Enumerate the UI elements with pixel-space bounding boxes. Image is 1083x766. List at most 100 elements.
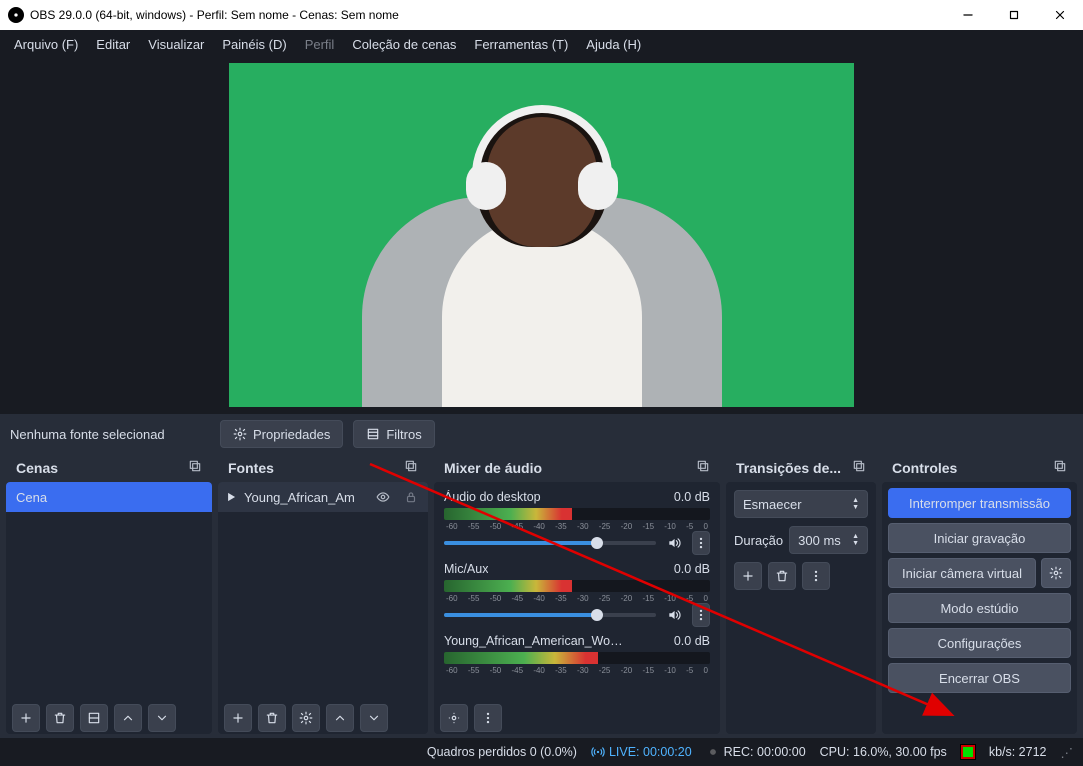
mixer-title: Mixer de áudio [444, 460, 542, 476]
menu-ajuda-h-[interactable]: Ajuda (H) [578, 33, 649, 56]
source-up-button[interactable] [326, 704, 354, 732]
scenes-dock: Cenas Cena [6, 454, 212, 734]
mixer-menu-button[interactable] [474, 704, 502, 732]
close-button[interactable] [1037, 0, 1083, 30]
audio-meter [444, 580, 710, 592]
preview-canvas[interactable] [229, 63, 854, 407]
volume-slider[interactable] [444, 613, 656, 617]
add-source-button[interactable] [224, 704, 252, 732]
channel-name: Áudio do desktop [444, 490, 541, 504]
add-scene-button[interactable] [12, 704, 40, 732]
channel-name: Young_African_American_Woman_He [444, 634, 624, 648]
popout-icon[interactable] [1053, 459, 1071, 477]
start-vcam-button[interactable]: Iniciar câmera virtual [888, 558, 1036, 588]
menubar: Arquivo (F)EditarVisualizarPainéis (D)Pe… [0, 30, 1083, 58]
no-source-label: Nenhuma fonte selecionad [10, 427, 210, 442]
channel-menu-button[interactable] [692, 531, 710, 555]
volume-slider[interactable] [444, 541, 656, 545]
mixer-settings-button[interactable] [440, 704, 468, 732]
settings-button[interactable]: Configurações [888, 628, 1071, 658]
scene-up-button[interactable] [114, 704, 142, 732]
source-down-button[interactable] [360, 704, 388, 732]
visibility-icon[interactable] [372, 486, 394, 508]
remove-scene-button[interactable] [46, 704, 74, 732]
rec-indicator: REC: 00:00:00 [706, 745, 806, 759]
mixer-channel: Young_African_American_Woman_He 0.0 dB -6… [434, 632, 720, 682]
transition-value: Esmaecer [743, 497, 802, 512]
maximize-button[interactable] [991, 0, 1037, 30]
sources-title: Fontes [228, 460, 274, 476]
menu-arquivo-f-[interactable]: Arquivo (F) [6, 33, 86, 56]
spinner-icon[interactable]: ▲▼ [852, 533, 859, 547]
app-logo [8, 7, 24, 23]
transition-select[interactable]: Esmaecer ▲▼ [734, 490, 868, 518]
speaker-icon[interactable] [664, 533, 684, 553]
menu-pain-is-d-[interactable]: Painéis (D) [214, 33, 294, 56]
start-record-button[interactable]: Iniciar gravação [888, 523, 1071, 553]
remove-transition-button[interactable] [768, 562, 796, 590]
transitions-title: Transições de... [736, 460, 841, 476]
exit-button[interactable]: Encerrar OBS [888, 663, 1071, 693]
lock-icon[interactable] [400, 486, 422, 508]
cpu-fps: CPU: 16.0%, 30.00 fps [820, 745, 947, 759]
audio-meter [444, 508, 710, 520]
menu-cole-o-de-cenas[interactable]: Coleção de cenas [344, 33, 464, 56]
scene-filters-button[interactable] [80, 704, 108, 732]
channel-db: 0.0 dB [674, 490, 710, 504]
stream-health-indicator [961, 745, 975, 759]
popout-icon[interactable] [696, 459, 714, 477]
live-indicator: LIVE: 00:00:20 [591, 745, 692, 759]
menu-visualizar[interactable]: Visualizar [140, 33, 212, 56]
speaker-icon[interactable] [664, 605, 684, 625]
menu-perfil[interactable]: Perfil [297, 33, 343, 56]
window-title: OBS 29.0.0 (64-bit, windows) - Perfil: S… [30, 8, 945, 22]
meter-ticks: -60-55-50-45-40-35-30-25-20-15-10-50 [444, 522, 710, 532]
source-name: Young_African_Am [244, 490, 366, 505]
source-item[interactable]: Young_African_Am [218, 482, 428, 512]
transition-menu-button[interactable] [802, 562, 830, 590]
scene-item[interactable]: Cena [6, 482, 212, 512]
mixer-channel: Áudio do desktop 0.0 dB -60-55-50-45-40-3… [434, 488, 720, 560]
resize-grip-icon[interactable]: ⋰ [1061, 745, 1074, 760]
scene-down-button[interactable] [148, 704, 176, 732]
vcam-settings-button[interactable] [1041, 558, 1071, 588]
popout-icon[interactable] [852, 459, 870, 477]
channel-db: 0.0 dB [674, 634, 710, 648]
scenes-title: Cenas [16, 460, 58, 476]
meter-ticks: -60-55-50-45-40-35-30-25-20-15-10-50 [444, 666, 710, 676]
channel-menu-button[interactable] [692, 603, 710, 627]
duration-value: 300 ms [798, 533, 841, 548]
chevron-updown-icon: ▲▼ [852, 497, 859, 511]
meter-ticks: -60-55-50-45-40-35-30-25-20-15-10-50 [444, 594, 710, 604]
play-icon [224, 490, 238, 504]
popout-icon[interactable] [188, 459, 206, 477]
sources-dock: Fontes Young_African_Am [218, 454, 428, 734]
menu-ferramentas-t-[interactable]: Ferramentas (T) [466, 33, 576, 56]
titlebar: OBS 29.0.0 (64-bit, windows) - Perfil: S… [0, 0, 1083, 30]
mixer-channel: Mic/Aux0.0 dB -60-55-50-45-40-35-30-25-2… [434, 560, 720, 632]
dropped-frames: Quadros perdidos 0 (0.0%) [427, 745, 577, 759]
duration-label: Duração [734, 533, 783, 548]
mixer-dock: Mixer de áudio Áudio do desktop 0.0 dB -6… [434, 454, 720, 734]
source-toolbar: Nenhuma fonte selecionad Propriedades Fi… [0, 414, 1083, 454]
duration-input[interactable]: 300 ms ▲▼ [789, 526, 868, 554]
remove-source-button[interactable] [258, 704, 286, 732]
audio-meter [444, 652, 710, 664]
properties-button[interactable]: Propriedades [220, 420, 343, 448]
minimize-button[interactable] [945, 0, 991, 30]
add-transition-button[interactable] [734, 562, 762, 590]
filters-button[interactable]: Filtros [353, 420, 434, 448]
filters-label: Filtros [386, 427, 421, 442]
popout-icon[interactable] [404, 459, 422, 477]
status-bar: Quadros perdidos 0 (0.0%) LIVE: 00:00:20… [0, 738, 1083, 766]
controls-dock: Controles Interromper transmissão Inicia… [882, 454, 1077, 734]
preview-area[interactable] [0, 58, 1083, 414]
bitrate: kb/s: 2712 [989, 745, 1047, 759]
stop-stream-button[interactable]: Interromper transmissão [888, 488, 1071, 518]
channel-name: Mic/Aux [444, 562, 488, 576]
source-properties-button[interactable] [292, 704, 320, 732]
properties-label: Propriedades [253, 427, 330, 442]
menu-editar[interactable]: Editar [88, 33, 138, 56]
controls-title: Controles [892, 460, 957, 476]
studio-mode-button[interactable]: Modo estúdio [888, 593, 1071, 623]
